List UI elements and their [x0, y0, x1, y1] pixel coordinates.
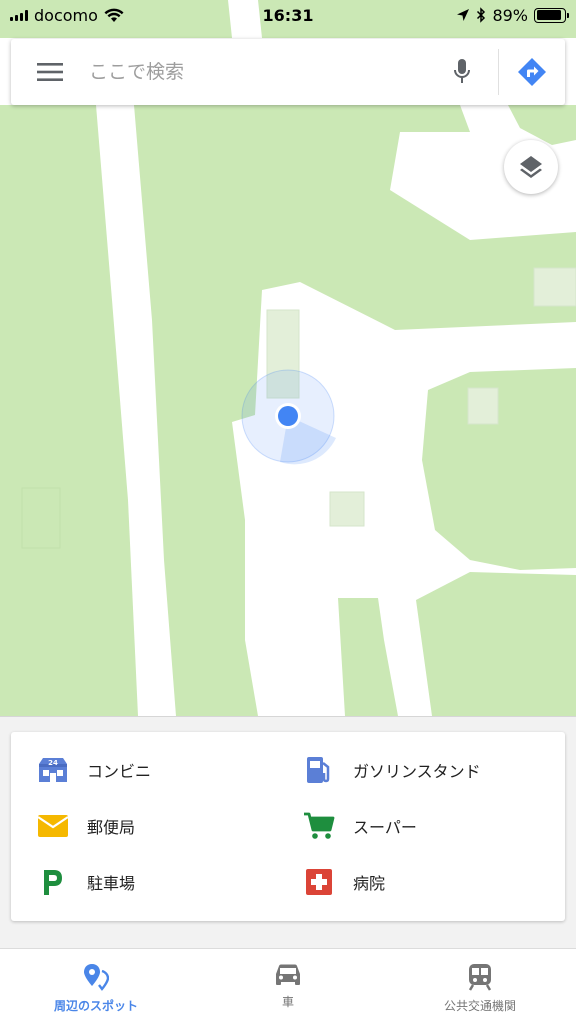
- nav-tab-explore[interactable]: 周辺のスポット: [0, 949, 192, 1024]
- category-label: 駐車場: [87, 874, 136, 893]
- explore-sheet: 24 コンビニ ガソリンスタンド 郵便局 スーパー 駐車場 病院: [0, 716, 576, 948]
- hospital-icon: [297, 860, 341, 904]
- post-office-icon: [31, 804, 75, 848]
- nav-label: 周辺のスポット: [53, 999, 138, 1013]
- nav-label: 公共交通機関: [443, 999, 516, 1013]
- shopping-cart-icon: [297, 804, 341, 848]
- gas-station-icon: [297, 748, 341, 792]
- microphone-icon: [454, 59, 470, 83]
- voice-search-button[interactable]: [426, 39, 498, 105]
- signal-bars-icon: [10, 9, 28, 21]
- building: [533, 267, 576, 307]
- search-input[interactable]: [89, 52, 426, 92]
- directions-icon: [518, 58, 546, 86]
- park-area: [422, 368, 576, 570]
- category-card: 24 コンビニ ガソリンスタンド 郵便局 スーパー 駐車場 病院: [11, 732, 565, 921]
- category-label: コンビニ: [87, 762, 152, 781]
- carrier-name: docomo: [34, 5, 98, 25]
- location-arrow-icon: [457, 9, 470, 21]
- building: [329, 491, 365, 527]
- nav-tab-driving[interactable]: 車: [192, 949, 384, 1024]
- building: [21, 487, 61, 549]
- building: [467, 387, 499, 425]
- directions-button[interactable]: [499, 39, 565, 105]
- category-parking[interactable]: 駐車場: [31, 854, 135, 910]
- category-hospital[interactable]: 病院: [297, 854, 385, 910]
- wifi-icon: [104, 8, 124, 22]
- map-canvas[interactable]: [0, 0, 576, 716]
- status-left: docomo: [10, 6, 124, 25]
- category-gas-station[interactable]: ガソリンスタンド: [297, 742, 481, 798]
- category-supermarket[interactable]: スーパー: [297, 798, 417, 854]
- train-icon: [468, 964, 492, 991]
- layers-button[interactable]: [504, 140, 558, 194]
- bluetooth-icon: [477, 7, 486, 23]
- category-label: スーパー: [353, 818, 417, 837]
- category-label: 病院: [353, 874, 386, 893]
- car-icon: [276, 964, 300, 985]
- battery-fill: [536, 10, 561, 20]
- menu-icon: [37, 63, 63, 81]
- nav-label: 車: [281, 995, 294, 1009]
- search-bar: [11, 39, 565, 105]
- parking-icon: [31, 860, 75, 904]
- park-area: [0, 105, 138, 716]
- explore-pin-icon: [84, 964, 109, 991]
- layers-icon: [520, 156, 542, 178]
- battery-icon: [534, 7, 569, 23]
- convenience-store-icon: 24: [31, 748, 75, 792]
- category-label: ガソリンスタンド: [353, 762, 481, 781]
- park-area: [508, 105, 576, 145]
- status-bar: docomo 16:31 89%: [0, 0, 576, 30]
- battery-percent: 89%: [492, 5, 528, 25]
- category-post-office[interactable]: 郵便局: [31, 798, 135, 854]
- park-area: [416, 572, 576, 716]
- category-label: 郵便局: [87, 818, 136, 837]
- nav-tab-transit[interactable]: 公共交通機関: [384, 949, 576, 1024]
- my-location-marker[interactable]: [241, 369, 336, 465]
- menu-button[interactable]: [11, 39, 89, 105]
- park-area: [338, 598, 398, 716]
- svg-text:24: 24: [48, 759, 58, 767]
- map-view[interactable]: [0, 0, 576, 716]
- location-dot-core: [278, 406, 298, 426]
- bottom-navigation: 周辺のスポット 車 公共交通機関: [0, 948, 576, 1024]
- status-right: 89%: [456, 5, 569, 25]
- category-convenience-store[interactable]: 24 コンビニ: [31, 742, 151, 798]
